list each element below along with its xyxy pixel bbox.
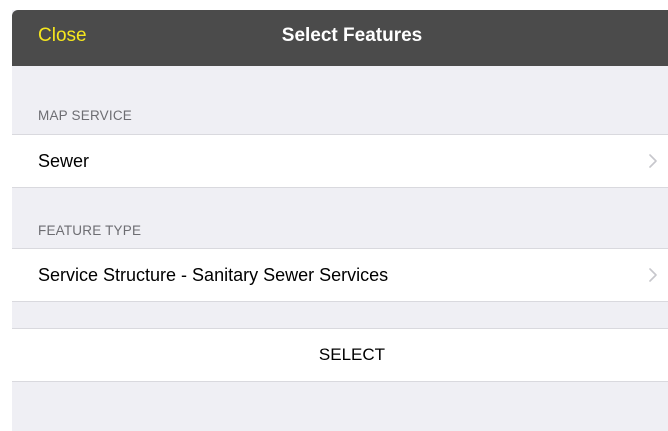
feature-type-value: Service Structure - Sanitary Sewer Servi…: [38, 265, 389, 285]
select-features-panel: Close Select Features MAP SERVICE Sewer …: [12, 10, 668, 431]
page-title-text: Select Features: [281, 25, 423, 46]
select-button-text: SELECT: [318, 345, 386, 364]
select-button-label: SELECT: [12, 345, 668, 365]
chevron-right-icon: [649, 268, 657, 282]
feature-type-row[interactable]: Service Structure - Sanitary Sewer Servi…: [12, 248, 668, 302]
feature-type-header: FEATURE TYPE: [38, 223, 142, 238]
select-button[interactable]: SELECT: [12, 328, 668, 382]
map-service-header: MAP SERVICE: [38, 108, 132, 123]
map-service-value: Sewer: [38, 151, 90, 171]
navigation-bar: Close Select Features: [12, 10, 668, 66]
chevron-right-icon: [649, 154, 657, 168]
page-title: Select Features: [12, 25, 668, 47]
map-service-row[interactable]: Sewer: [12, 134, 668, 188]
